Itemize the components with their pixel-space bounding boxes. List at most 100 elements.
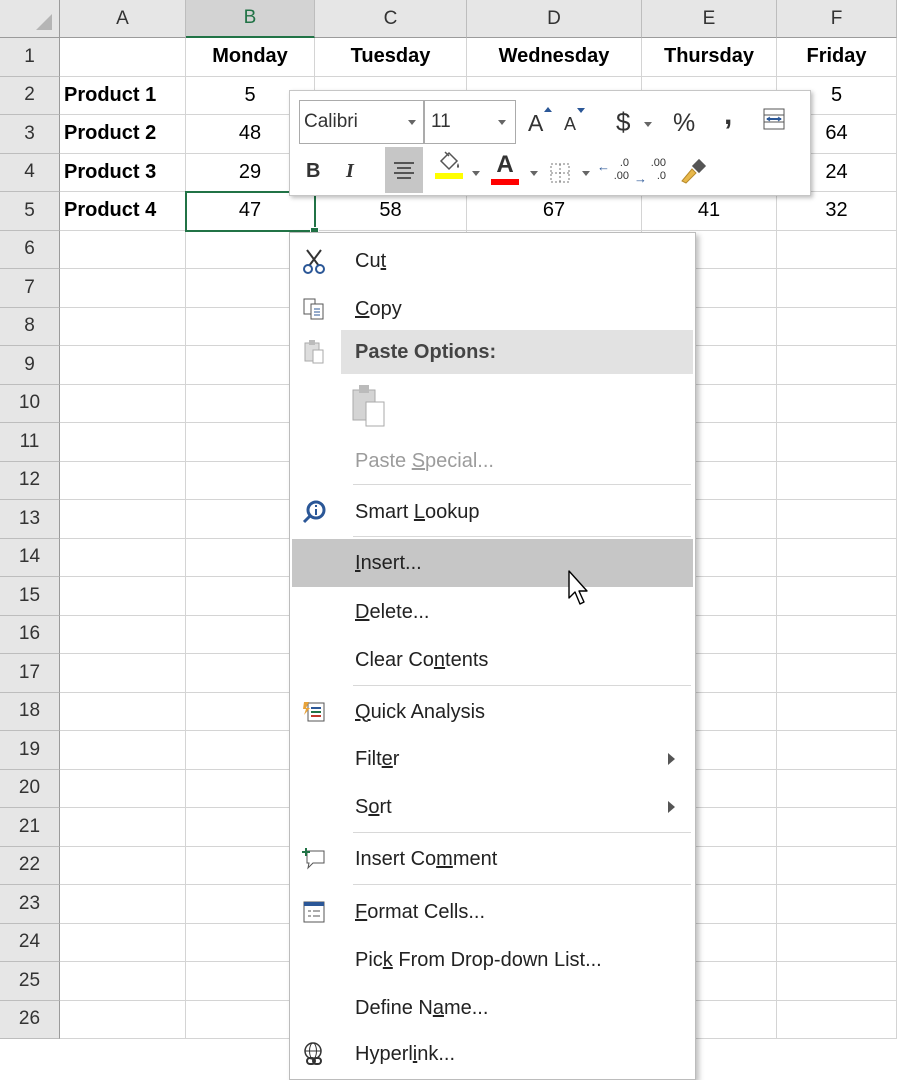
row-header-16[interactable]: 16 (0, 615, 60, 654)
cell-f1[interactable]: Friday (777, 38, 897, 77)
cell-a18[interactable] (60, 692, 186, 731)
menu-item-hyperlink[interactable]: Hyperlink... (292, 1031, 693, 1077)
comma-style-button[interactable]: , (724, 95, 740, 135)
row-header-18[interactable]: 18 (0, 692, 60, 731)
menu-item-filter[interactable]: Filter (292, 736, 693, 782)
cell-f18[interactable] (777, 692, 897, 731)
row-header-23[interactable]: 23 (0, 885, 60, 924)
cell-f14[interactable] (777, 538, 897, 577)
menu-item-clear-contents[interactable]: Clear Contents (292, 637, 693, 683)
cell-a6[interactable] (60, 230, 186, 269)
cell-f11[interactable] (777, 423, 897, 462)
cell-f21[interactable] (777, 808, 897, 847)
row-header-20[interactable]: 20 (0, 769, 60, 808)
menu-item-quick-analysis[interactable]: Quick Analysis (292, 689, 693, 735)
borders-button[interactable] (550, 161, 574, 185)
cell-a11[interactable] (60, 423, 186, 462)
cell-f23[interactable] (777, 885, 897, 924)
cell-a20[interactable] (60, 769, 186, 808)
row-header-11[interactable]: 11 (0, 423, 60, 462)
row-header-22[interactable]: 22 (0, 846, 60, 885)
cell-f10[interactable] (777, 384, 897, 423)
row-header-4[interactable]: 4 (0, 153, 60, 192)
format-painter-button[interactable] (678, 153, 714, 187)
cell-d1[interactable]: Wednesday (467, 38, 642, 77)
menu-item-cut[interactable]: Cut (292, 238, 693, 284)
row-header-21[interactable]: 21 (0, 808, 60, 847)
cell-a1[interactable] (60, 38, 186, 77)
font-size-box[interactable]: 11 (424, 100, 516, 144)
row-header-9[interactable]: 9 (0, 346, 60, 385)
column-header-c[interactable]: C (315, 0, 467, 38)
row-header-14[interactable]: 14 (0, 538, 60, 577)
row-header-8[interactable]: 8 (0, 307, 60, 346)
cell-c1[interactable]: Tuesday (315, 38, 467, 77)
column-header-a[interactable]: A (60, 0, 186, 38)
paste-button[interactable] (292, 378, 693, 436)
cell-f5[interactable]: 32 (777, 192, 897, 231)
row-header-10[interactable]: 10 (0, 384, 60, 423)
italic-button[interactable]: I (346, 153, 368, 189)
menu-item-pick-from-dropdown[interactable]: Pick From Drop-down List... (292, 937, 693, 983)
cell-f22[interactable] (777, 846, 897, 885)
row-header-26[interactable]: 26 (0, 1000, 60, 1039)
cell-a14[interactable] (60, 538, 186, 577)
chevron-down-icon[interactable] (530, 171, 538, 176)
row-header-12[interactable]: 12 (0, 461, 60, 500)
chevron-down-icon[interactable] (582, 171, 590, 176)
cell-a24[interactable] (60, 923, 186, 962)
row-header-25[interactable]: 25 (0, 962, 60, 1001)
row-header-13[interactable]: 13 (0, 500, 60, 539)
row-header-1[interactable]: 1 (0, 38, 60, 77)
cell-a9[interactable] (60, 346, 186, 385)
menu-item-format-cells[interactable]: Format Cells... (292, 888, 693, 936)
cell-a5[interactable]: Product 4 (60, 192, 186, 231)
menu-item-paste-special[interactable]: Paste Special... (292, 438, 693, 484)
menu-item-delete[interactable]: Delete... (292, 589, 693, 635)
cell-c5[interactable]: 58 (315, 192, 467, 231)
cell-f6[interactable] (777, 230, 897, 269)
chevron-down-icon[interactable] (472, 171, 480, 176)
row-header-5[interactable]: 5 (0, 192, 60, 231)
decrease-font-size-button[interactable]: A (564, 108, 592, 140)
format-table-icon[interactable] (763, 108, 787, 130)
row-header-2[interactable]: 2 (0, 76, 60, 115)
cell-f12[interactable] (777, 461, 897, 500)
cell-a8[interactable] (60, 307, 186, 346)
row-header-15[interactable]: 15 (0, 577, 60, 616)
cell-a26[interactable] (60, 1000, 186, 1039)
column-header-f[interactable]: F (777, 0, 897, 38)
row-header-17[interactable]: 17 (0, 654, 60, 693)
font-name-box[interactable]: Calibri (299, 100, 424, 144)
percent-button[interactable]: % (673, 103, 701, 143)
cell-d5[interactable]: 67 (467, 192, 642, 231)
column-header-e[interactable]: E (642, 0, 777, 38)
row-header-24[interactable]: 24 (0, 923, 60, 962)
menu-item-insert-comment[interactable]: Insert Comment (292, 835, 693, 883)
menu-item-sort[interactable]: Sort (292, 784, 693, 830)
cell-a4[interactable]: Product 3 (60, 153, 186, 192)
row-header-19[interactable]: 19 (0, 731, 60, 770)
row-header-3[interactable]: 3 (0, 115, 60, 154)
bold-button[interactable]: B (306, 153, 328, 189)
align-center-button[interactable] (385, 147, 423, 193)
increase-font-size-button[interactable]: A (528, 105, 556, 141)
decrease-decimal-button[interactable]: .00 .0 → (634, 157, 666, 187)
menu-item-insert[interactable]: Insert... (292, 539, 693, 587)
cell-a2[interactable]: Product 1 (60, 76, 186, 115)
cell-f26[interactable] (777, 1000, 897, 1039)
chevron-down-icon[interactable] (644, 122, 652, 127)
fill-color-button[interactable] (432, 149, 466, 191)
cell-f13[interactable] (777, 500, 897, 539)
cell-a21[interactable] (60, 808, 186, 847)
cell-a25[interactable] (60, 962, 186, 1001)
cell-f8[interactable] (777, 307, 897, 346)
column-header-b[interactable]: B (186, 0, 315, 38)
cell-a7[interactable] (60, 269, 186, 308)
cell-a23[interactable] (60, 885, 186, 924)
cell-b1[interactable]: Monday (186, 38, 315, 77)
cell-a10[interactable] (60, 384, 186, 423)
font-color-button[interactable]: A (490, 151, 520, 191)
cell-a15[interactable] (60, 577, 186, 616)
cell-e1[interactable]: Thursday (642, 38, 777, 77)
